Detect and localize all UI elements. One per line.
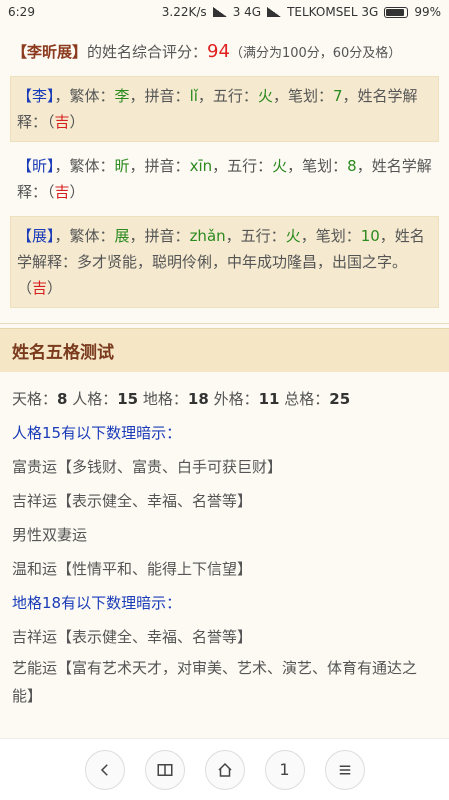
char-wuxing: 火 [285, 227, 301, 245]
status-right: 3.22K/s 3 4G TELKOMSEL 3G 99% [162, 5, 441, 19]
network-speed: 3.22K/s [161, 5, 207, 19]
char-wuxing: 火 [257, 87, 273, 105]
char-trad: 昕 [114, 157, 130, 175]
char-label: ，拼音： [129, 157, 190, 175]
char-trad: 李 [114, 87, 130, 105]
list-item: 男性双妻运 [12, 526, 88, 544]
main-content: 【李昕展】的姓名综合评分：94（满分为100分，60分及格） 【李】，繁体：李，… [0, 24, 449, 308]
home-button[interactable] [204, 749, 245, 790]
char-card-zhan: 【展】，繁体：展，拼音：zhǎn，五行：火，笔划：10，姓名学解释：多才贤能，聪… [10, 216, 439, 308]
char-label: ，五行： [212, 157, 273, 175]
wuge-section: 天格：8 人格：15 地格：18 外格：11 总格：25 人格15有以下数理暗示… [0, 372, 449, 720]
char-label: ，拼音： [129, 227, 190, 245]
wuge-label: 天格： [12, 390, 58, 408]
char-label: ） [69, 113, 85, 131]
section-title: 姓名五格测试 [0, 328, 449, 372]
char-label: ，五行： [225, 227, 286, 245]
di-value: 18 [187, 390, 209, 408]
char-pinyin: xīn [189, 157, 213, 175]
ren-value: 15 [117, 390, 139, 408]
home-icon [217, 762, 232, 777]
char-strokes: 10 [360, 227, 380, 245]
battery-level: 99% [414, 5, 441, 19]
score-summary: 【李昕展】的姓名综合评分：94（满分为100分，60分及格） [10, 32, 439, 76]
list-item: 富贵运【多钱财、富贵、白手可获巨财】 [12, 458, 283, 476]
divider [0, 314, 449, 324]
book-icon [157, 763, 172, 776]
list-item: 艺能运【富有艺术天才，对审美、艺术、演艺、体育有通达之能】 [12, 659, 418, 705]
char-card-li: 【李】，繁体：李，拼音：lǐ，五行：火，笔划：7，姓名学解释：（吉） [10, 76, 439, 142]
char-pinyin: lǐ [189, 87, 198, 105]
wuge-label: 人格： [72, 390, 118, 408]
wuge-label: 总格： [284, 390, 330, 408]
char-meaning: 吉 [54, 183, 70, 201]
char-label: ，笔划： [300, 227, 361, 245]
battery-icon [384, 6, 409, 18]
char-trad: 展 [114, 227, 130, 245]
status-bar: 6:29 3.22K/s 3 4G TELKOMSEL 3G 99% [0, 0, 449, 24]
wuge-values: 天格：8 人格：15 地格：18 外格：11 总格：25 [12, 382, 437, 416]
char-name: 【李】 [17, 87, 55, 105]
char-label: ，繁体： [54, 227, 115, 245]
char-label: ，五行： [197, 87, 258, 105]
wuge-label: 外格： [213, 390, 259, 408]
zong-value: 25 [329, 390, 351, 408]
tian-value: 8 [57, 390, 68, 408]
browser-bottom-bar: 1 [0, 738, 449, 800]
char-strokes: 8 [347, 157, 357, 175]
network-type: 3 4G [232, 5, 262, 19]
status-time: 6:29 [8, 5, 35, 19]
char-label: ，繁体： [54, 157, 115, 175]
list-item: 温和运【性情平和、能得上下信望】 [12, 560, 253, 578]
tabs-button[interactable]: 1 [264, 749, 305, 790]
back-icon [100, 763, 108, 776]
char-label: ，笔划： [272, 87, 333, 105]
signal-icon [212, 7, 227, 17]
char-meaning: 吉 [54, 113, 70, 131]
char-label: ，拼音： [129, 87, 190, 105]
wai-value: 11 [258, 390, 280, 408]
char-label: ，繁体： [54, 87, 115, 105]
di-hint: 地格18有以下数理暗示： [12, 594, 182, 612]
char-name: 【昕】 [17, 157, 55, 175]
char-label: ） [47, 279, 63, 297]
char-meaning: 吉 [32, 279, 48, 297]
summary-score: 94 [207, 41, 230, 62]
char-strokes: 7 [332, 87, 343, 105]
wuge-label: 地格： [142, 390, 188, 408]
list-item: 吉祥运【表示健全、幸福、名誉等】 [12, 492, 253, 510]
ren-hint: 人格15有以下数理暗示： [12, 424, 182, 442]
char-pinyin: zhǎn [189, 227, 226, 245]
signal-icon-2 [267, 7, 282, 17]
summary-name: 【李昕展】 [12, 43, 88, 61]
back-button[interactable] [84, 749, 125, 790]
menu-icon [339, 765, 350, 774]
reader-button[interactable] [144, 749, 185, 790]
char-card-xin: 【昕】，繁体：昕，拼音：xīn，五行：火，笔划：8，姓名学解释：（吉） [10, 146, 439, 212]
char-name: 【展】 [17, 227, 55, 245]
tab-count: 1 [279, 760, 290, 779]
carrier: TELKOMSEL 3G [287, 5, 379, 19]
char-wuxing: 火 [272, 157, 288, 175]
char-label: ） [69, 183, 85, 201]
menu-button[interactable] [324, 749, 365, 790]
list-item: 吉祥运【表示健全、幸福、名誉等】 [12, 628, 253, 646]
char-label: ，笔划： [287, 157, 348, 175]
summary-text: 的姓名综合评分： [87, 43, 208, 61]
summary-note: （满分为100分，60分及格） [229, 46, 402, 61]
